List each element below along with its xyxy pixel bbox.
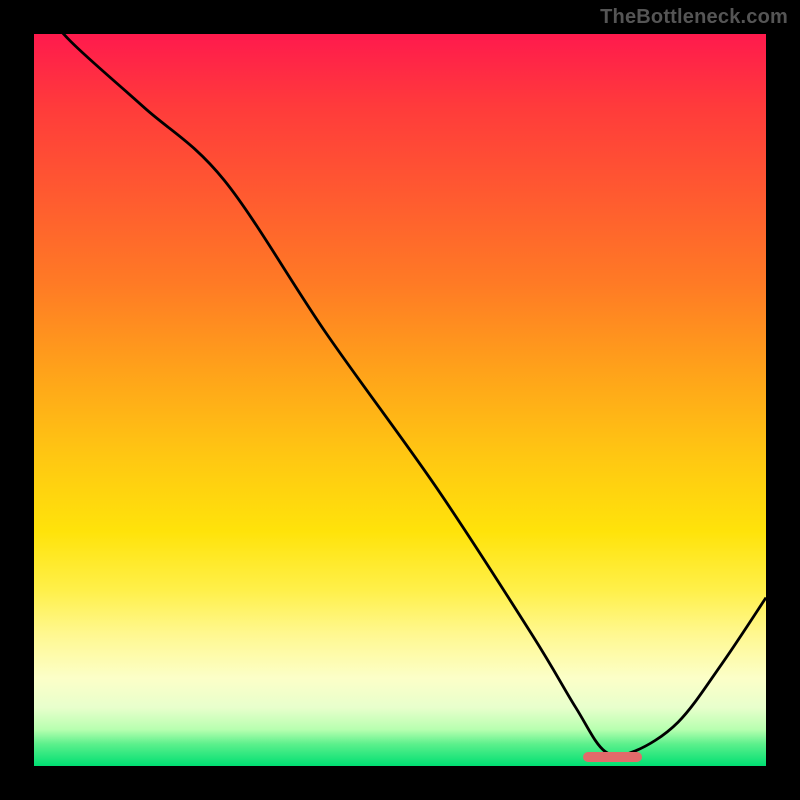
bottleneck-curve: [34, 34, 766, 756]
attribution-label: TheBottleneck.com: [600, 6, 788, 29]
chart-plot-area: [32, 32, 768, 768]
optimal-range-marker: [583, 752, 642, 762]
chart-frame: TheBottleneck.com: [0, 0, 800, 800]
curve-svg: [34, 34, 766, 766]
